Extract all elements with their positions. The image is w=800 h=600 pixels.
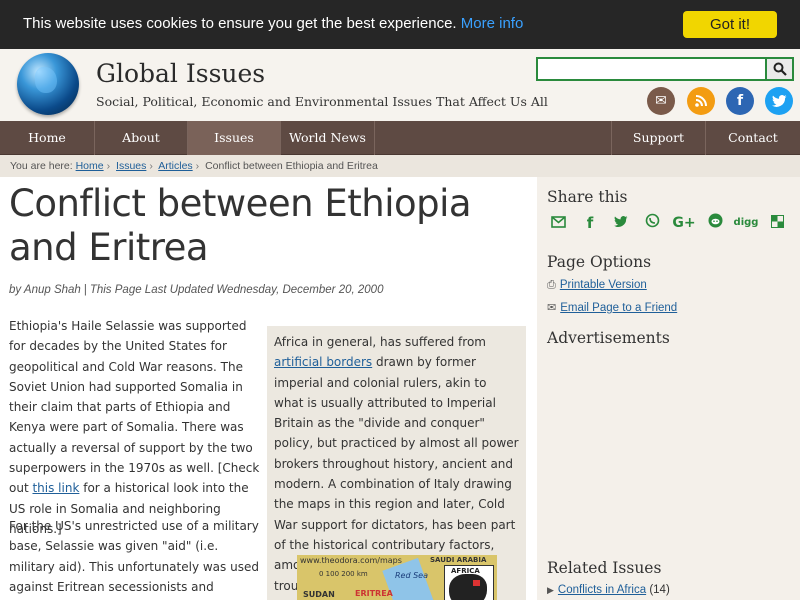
cookie-message-text: This website uses cookies to ensure you … [23,15,457,32]
nav-contact[interactable]: Contact [706,121,800,155]
related-issue-item[interactable]: ▶ Conflicts in Africa (14) [547,584,670,596]
digg-share-icon[interactable]: digg [733,212,759,234]
article-byline: by Anup Shah | This Page Last Updated Wedn… [9,284,384,296]
related-issue-link[interactable]: Conflicts in Africa [558,584,646,596]
printable-version[interactable]: ⎙ Printable Version [547,279,647,292]
nav-support[interactable]: Support [611,121,706,155]
paragraph-1: Ethiopia's Haile Selassie was supported … [9,319,260,536]
article-updated: This Page Last Updated Wednesday, Decemb… [89,284,384,296]
artificial-borders-link[interactable]: artificial borders [274,355,372,369]
envelope-icon: ✉ [547,302,557,314]
email-share-icon[interactable] [547,212,569,234]
breadcrumb-home[interactable]: Home [76,160,104,172]
sidebar: Share this f G+ digg Page Options ⎙ Print… [537,177,800,600]
this-link[interactable]: this link [32,481,79,495]
breadcrumb: You are here: Home › Issues › Articles › Co… [0,155,800,177]
map-label-red-sea: Red Sea [395,571,429,580]
search-icon [773,62,787,76]
twitter-icon[interactable] [765,87,793,115]
email-icon[interactable]: ✉ [647,87,675,115]
nav-world-news[interactable]: World News [281,121,375,155]
printer-icon: ⎙ [547,279,556,291]
breadcrumb-prefix: You are here: [10,160,73,172]
africa-shape [449,574,487,600]
breadcrumb-articles[interactable]: Articles [158,160,192,172]
google-plus-share-icon[interactable]: G+ [672,212,696,234]
cookie-message: This website uses cookies to ensure you … [23,15,523,32]
site-tagline: Social, Political, Economic and Environm… [96,94,548,109]
nav-issues[interactable]: Issues [188,121,281,155]
globe-logo-icon[interactable] [17,53,79,115]
site-title[interactable]: Global Issues [96,59,265,88]
map-label-africa: AFRICA [451,567,480,575]
email-friend-link[interactable]: Email Page to a Friend [560,302,677,314]
map-label-saudi: SAUDI ARABIA [430,556,487,564]
breadcrumb-separator: › [106,160,111,172]
related-issue-count: (14) [649,584,670,596]
reddit-share-icon[interactable] [704,212,726,234]
location-marker [473,580,480,586]
nav-home[interactable]: Home [0,121,95,155]
printable-version-link[interactable]: Printable Version [560,279,647,291]
search-button[interactable] [767,57,794,81]
map-scale: 0 100 200 km [319,570,368,578]
map-inset: AFRICA [444,565,494,600]
eritrea-map[interactable]: www.theodora.com/maps 0 100 200 km SUDAN… [297,555,497,600]
breadcrumb-issues[interactable]: Issues [116,160,146,172]
ads-heading: Advertisements [547,329,670,347]
map-source-url: www.theodora.com/maps [300,556,402,565]
article-author: by Anup Shah [9,284,81,296]
article-content: Conflict between Ethiopia and Eritrea by… [0,177,537,600]
cookie-more-info-link[interactable]: More info [461,15,524,32]
breadcrumb-separator: › [149,160,153,172]
related-issues-heading: Related Issues [547,559,662,577]
share-heading: Share this [547,188,628,206]
rss-icon[interactable] [687,87,715,115]
map-label-sudan: SUDAN [303,590,335,599]
breadcrumb-current: Conflict between Ethiopia and Eritrea [205,160,378,172]
whatsapp-share-icon[interactable] [641,212,663,234]
cookie-accept-button[interactable]: Got it! [683,11,777,38]
email-friend[interactable]: ✉ Email Page to a Friend [547,301,677,314]
facebook-icon[interactable]: f [726,87,754,115]
cookie-banner: This website uses cookies to ensure you … [0,0,800,49]
facebook-share-icon[interactable]: f [579,212,601,234]
paragraph-2: For the US's unrestricted use of a milit… [9,519,259,594]
page-options-heading: Page Options [547,253,652,271]
twitter-share-icon[interactable] [610,212,632,234]
nav-about[interactable]: About [95,121,188,155]
breadcrumb-separator: › [195,160,200,172]
site-header: Global Issues Social, Political, Economi… [0,49,800,121]
page-title: Conflict between Ethiopia and Eritrea [9,182,472,269]
search-input[interactable] [536,57,767,81]
delicious-share-icon[interactable] [766,212,788,234]
caret-right-icon: ▶ [547,585,554,595]
map-label-eritrea: ERITREA [355,589,393,598]
main-nav: Home About Issues World News Support Con… [0,121,800,155]
